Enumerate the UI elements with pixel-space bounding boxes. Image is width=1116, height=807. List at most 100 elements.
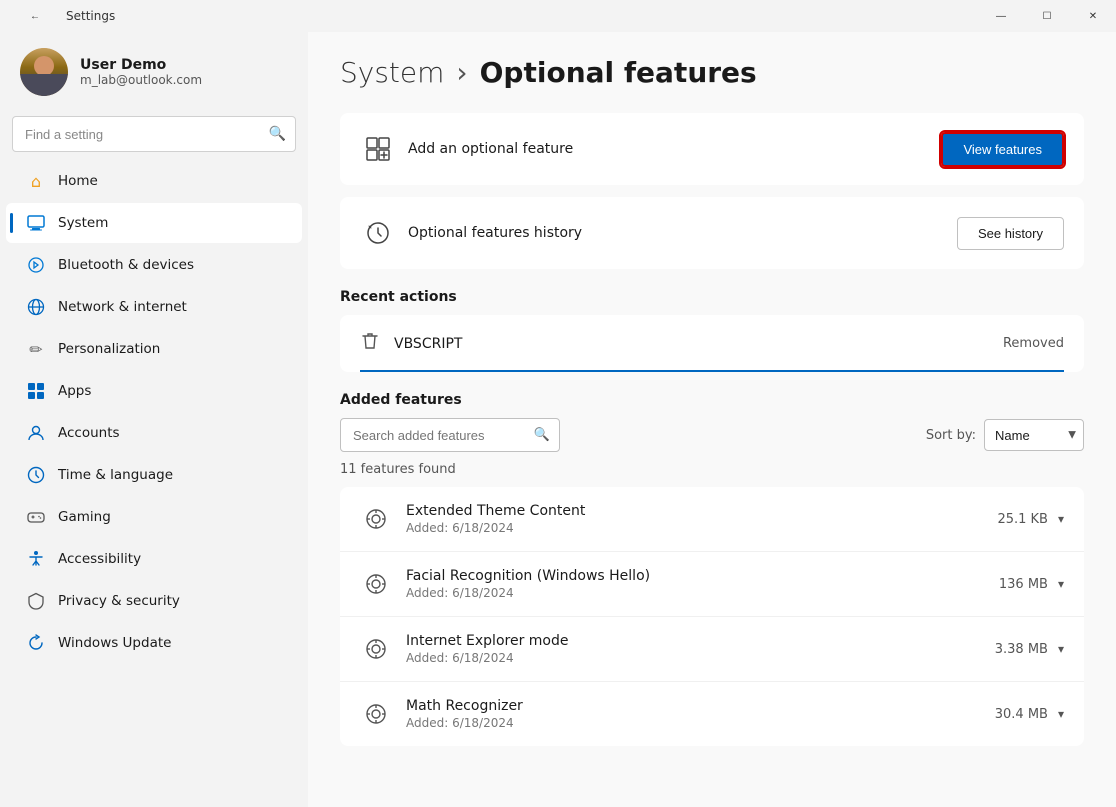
history-card: Optional features history See history: [340, 197, 1084, 269]
feature-date-0: Added: 6/18/2024: [406, 521, 997, 535]
sidebar: User Demo m_lab@outlook.com 🔍 ⌂ Home Sys…: [0, 32, 308, 807]
nav-label-gaming: Gaming: [58, 509, 111, 525]
feature-size-3: 30.4 MB: [995, 707, 1048, 722]
sort-by-label: Sort by:: [926, 428, 976, 443]
nav-label-home: Home: [58, 173, 98, 189]
nav-item-accounts[interactable]: Accounts: [6, 413, 302, 453]
accessibility-icon: [26, 549, 46, 569]
nav-item-system[interactable]: System: [6, 203, 302, 243]
recent-item-status: Removed: [1003, 336, 1064, 351]
nav-label-personalization: Personalization: [58, 341, 160, 357]
system-icon: [26, 213, 46, 233]
see-history-button[interactable]: See history: [957, 217, 1064, 250]
history-icon: [360, 215, 396, 251]
search-icon: 🔍: [269, 126, 286, 142]
back-button[interactable]: ←: [12, 0, 58, 32]
feature-date-1: Added: 6/18/2024: [406, 586, 999, 600]
history-label: Optional features history: [408, 225, 957, 241]
nav-label-privacy: Privacy & security: [58, 593, 180, 609]
feature-info-3: Math Recognizer Added: 6/18/2024: [406, 698, 995, 730]
update-icon: [26, 633, 46, 653]
add-feature-card: Add an optional feature View features: [340, 113, 1084, 185]
feature-date-2: Added: 6/18/2024: [406, 651, 995, 665]
search-added-icon: 🔍: [534, 428, 550, 443]
nav-label-system: System: [58, 215, 108, 231]
feature-info-1: Facial Recognition (Windows Hello) Added…: [406, 568, 999, 600]
network-icon: [26, 297, 46, 317]
feature-expand-1[interactable]: ▾: [1058, 577, 1064, 591]
recent-item: VBSCRIPT Removed: [340, 315, 1084, 372]
search-added-features: 🔍: [340, 418, 560, 452]
home-icon: ⌂: [26, 171, 46, 191]
nav-label-accounts: Accounts: [58, 425, 120, 441]
added-features-header: 🔍 Sort by: Name Size Date ▼: [340, 418, 1084, 452]
user-profile[interactable]: User Demo m_lab@outlook.com: [0, 32, 308, 112]
avatar: [20, 48, 68, 96]
feature-expand-0[interactable]: ▾: [1058, 512, 1064, 526]
nav-item-gaming[interactable]: Gaming: [6, 497, 302, 537]
titlebar-title: Settings: [66, 9, 115, 23]
user-name: User Demo: [80, 57, 202, 73]
maximize-button[interactable]: ☐: [1024, 0, 1070, 32]
recent-item-name: VBSCRIPT: [394, 336, 1003, 352]
recent-actions-title: Recent actions: [340, 289, 1084, 305]
gaming-icon: [26, 507, 46, 527]
nav-item-time[interactable]: Time & language: [6, 455, 302, 495]
feature-item-1: Facial Recognition (Windows Hello) Added…: [340, 552, 1084, 617]
feature-expand-3[interactable]: ▾: [1058, 707, 1064, 721]
feature-size-0: 25.1 KB: [997, 512, 1048, 527]
app-body: User Demo m_lab@outlook.com 🔍 ⌂ Home Sys…: [0, 32, 1116, 807]
nav-item-update[interactable]: Windows Update: [6, 623, 302, 663]
feature-size-1: 136 MB: [999, 577, 1048, 592]
feature-name-1: Facial Recognition (Windows Hello): [406, 568, 999, 584]
close-button[interactable]: ✕: [1070, 0, 1116, 32]
feature-date-3: Added: 6/18/2024: [406, 716, 995, 730]
bluetooth-icon: [26, 255, 46, 275]
feature-list: Extended Theme Content Added: 6/18/2024 …: [340, 487, 1084, 746]
feature-size-2: 3.38 MB: [995, 642, 1048, 657]
view-features-button[interactable]: View features: [941, 132, 1064, 167]
add-feature-label: Add an optional feature: [408, 141, 941, 157]
sort-select-wrap: Name Size Date ▼: [984, 419, 1084, 451]
feature-info-2: Internet Explorer mode Added: 6/18/2024: [406, 633, 995, 665]
nav-label-apps: Apps: [58, 383, 91, 399]
feature-expand-2[interactable]: ▾: [1058, 642, 1064, 656]
breadcrumb-separator: ›: [456, 56, 467, 89]
apps-icon: [26, 381, 46, 401]
nav-item-apps[interactable]: Apps: [6, 371, 302, 411]
breadcrumb-current: Optional features: [480, 56, 757, 89]
nav-item-home[interactable]: ⌂ Home: [6, 161, 302, 201]
feature-info-0: Extended Theme Content Added: 6/18/2024: [406, 503, 997, 535]
time-icon: [26, 465, 46, 485]
nav-label-accessibility: Accessibility: [58, 551, 141, 567]
nav-item-privacy[interactable]: Privacy & security: [6, 581, 302, 621]
nav-label-bluetooth: Bluetooth & devices: [58, 257, 194, 273]
trash-icon: [360, 331, 380, 356]
search-added-input[interactable]: [340, 418, 560, 452]
nav-label-time: Time & language: [58, 467, 173, 483]
search-input[interactable]: [12, 116, 296, 152]
minimize-button[interactable]: —: [978, 0, 1024, 32]
personalization-icon: ✏: [26, 339, 46, 359]
nav-item-bluetooth[interactable]: Bluetooth & devices: [6, 245, 302, 285]
feature-name-2: Internet Explorer mode: [406, 633, 995, 649]
features-count: 11 features found: [340, 462, 1084, 477]
feature-icon-2: [360, 633, 392, 665]
nav-item-accessibility[interactable]: Accessibility: [6, 539, 302, 579]
nav-label-update: Windows Update: [58, 635, 171, 651]
sort-select[interactable]: Name Size Date: [984, 419, 1084, 451]
page-header: System › Optional features: [340, 56, 1084, 89]
breadcrumb-parent: System: [340, 56, 444, 89]
added-features-title: Added features: [340, 392, 1084, 408]
nav-item-personalization[interactable]: ✏ Personalization: [6, 329, 302, 369]
feature-icon-0: [360, 503, 392, 535]
recent-actions-card: VBSCRIPT Removed: [340, 315, 1084, 372]
user-info: User Demo m_lab@outlook.com: [80, 57, 202, 87]
feature-item-2: Internet Explorer mode Added: 6/18/2024 …: [340, 617, 1084, 682]
user-email: m_lab@outlook.com: [80, 73, 202, 87]
feature-name-3: Math Recognizer: [406, 698, 995, 714]
window-controls: — ☐ ✕: [978, 0, 1116, 32]
nav-item-network[interactable]: Network & internet: [6, 287, 302, 327]
search-box: 🔍: [12, 116, 296, 152]
feature-item-0: Extended Theme Content Added: 6/18/2024 …: [340, 487, 1084, 552]
